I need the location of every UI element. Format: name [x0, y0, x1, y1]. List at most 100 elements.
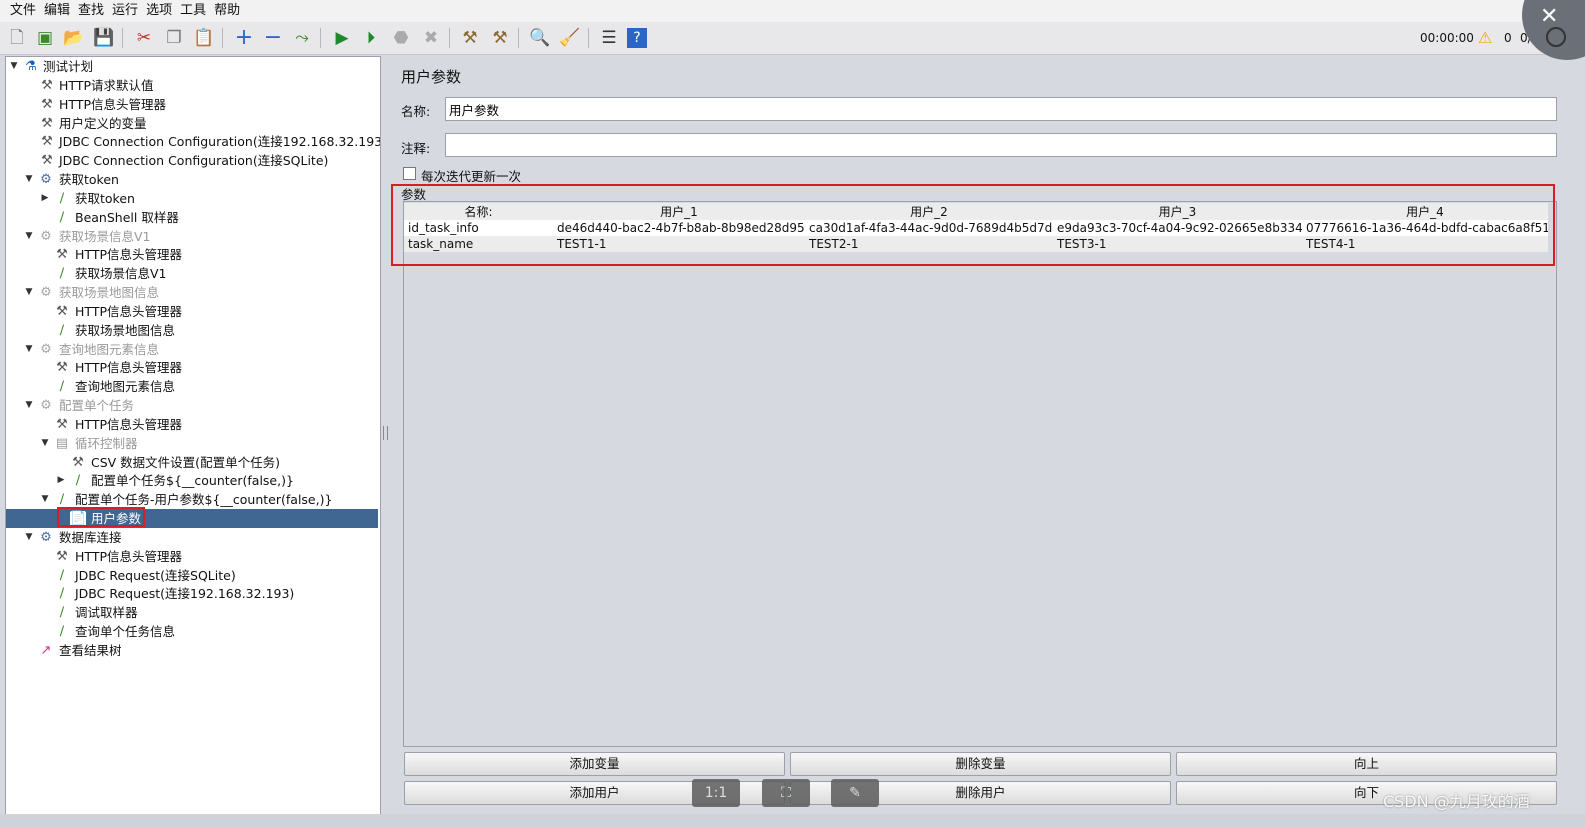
- new-icon[interactable]: 🗋: [5, 26, 29, 50]
- menu-tools[interactable]: 工具: [176, 0, 210, 19]
- tree-item[interactable]: ⚒ CSV 数据文件设置(配置单个任务): [6, 453, 378, 472]
- tree-item-thread-group[interactable]: ▼ ⚙ 获取场景地图信息: [6, 283, 378, 302]
- tree-item[interactable]: ⚒ HTTP信息头管理器: [6, 95, 378, 114]
- collapse-toggle-icon[interactable]: ▼: [24, 528, 34, 547]
- expand-icon[interactable]: +: [232, 26, 256, 50]
- tree-item[interactable]: ⚒ HTTP信息头管理器: [6, 547, 378, 566]
- close-icon[interactable]: ✕: [1540, 4, 1558, 29]
- tree-item-thread-group[interactable]: ▼ ⚙ 查询地图元素信息: [6, 340, 378, 359]
- toggle-icon[interactable]: ⤳: [290, 26, 314, 50]
- tree-item-label: BeanShell 取样器: [75, 210, 179, 225]
- save-icon[interactable]: 💾: [92, 26, 116, 50]
- help-icon[interactable]: ?: [627, 28, 647, 48]
- tree-item-loop-controller[interactable]: ▼ ▤ 循环控制器: [6, 434, 378, 453]
- config-element-icon: ⚒: [41, 97, 53, 112]
- clear-icon[interactable]: ⚒: [458, 26, 482, 50]
- thread-group-icon: ⚙: [40, 530, 52, 545]
- expand-toggle-icon[interactable]: ▶: [40, 189, 50, 208]
- splitter-grip-icon[interactable]: [383, 426, 388, 440]
- tree-item-label: 查询地图元素信息: [59, 342, 160, 357]
- comment-field[interactable]: [445, 133, 1557, 157]
- tree-item[interactable]: ∕ 调试取样器: [6, 603, 378, 622]
- menu-search[interactable]: 查找: [74, 0, 108, 19]
- start-no-pauses-icon[interactable]: ⏵: [359, 26, 383, 50]
- search-icon[interactable]: 🔍: [528, 26, 552, 50]
- tree-item-thread-group[interactable]: ▼ ⚙ 数据库连接: [6, 528, 378, 547]
- update-once-per-iteration-checkbox[interactable]: [403, 167, 416, 180]
- thread-group-icon: ⚙: [40, 172, 52, 187]
- tree-item[interactable]: ∕ 查询地图元素信息: [6, 377, 378, 396]
- add-variable-button[interactable]: 添加变量: [404, 752, 785, 776]
- delete-variable-button[interactable]: 删除变量: [790, 752, 1171, 776]
- collapse-toggle-icon[interactable]: ▼: [24, 396, 34, 415]
- tree-item[interactable]: ⚒ JDBC Connection Configuration(连接SQLite…: [6, 151, 378, 170]
- menu-run[interactable]: 运行: [108, 0, 142, 19]
- collapse-icon[interactable]: −: [261, 26, 285, 50]
- tree-item[interactable]: ∕ BeanShell 取样器: [6, 208, 378, 227]
- test-plan-tree: ▼ ⚗ 测试计划 ⚒ HTTP请求默认值 ⚒ HTTP信息头管理器 ⚒ 用户定义…: [5, 56, 381, 815]
- function-helper-icon[interactable]: ☰: [597, 26, 621, 50]
- tree-item[interactable]: ⚒ HTTP信息头管理器: [6, 415, 378, 434]
- tree-item[interactable]: ▶ ∕ 获取token: [6, 189, 378, 208]
- warning-icon[interactable]: ⚠: [1478, 28, 1492, 47]
- panel-title: 用户参数: [401, 68, 462, 86]
- tree-item-label: 数据库连接: [59, 530, 122, 545]
- selected-item-highlight: [57, 507, 145, 527]
- tree-item[interactable]: ⚒ HTTP信息头管理器: [6, 302, 378, 321]
- paste-icon[interactable]: 📋: [192, 26, 216, 50]
- open-icon[interactable]: 📂: [62, 26, 86, 50]
- tree-item-thread-group[interactable]: ▼ ⚙ 配置单个任务: [6, 396, 378, 415]
- tree-item[interactable]: ∕ 查询单个任务信息: [6, 622, 378, 641]
- tree-item[interactable]: ⚒ 用户定义的变量: [6, 114, 378, 133]
- menu-options[interactable]: 选项: [142, 0, 176, 19]
- tree-item-test-plan[interactable]: ▼ ⚗ 测试计划: [6, 57, 378, 76]
- remote-status-icon: [1546, 27, 1566, 47]
- tree-item[interactable]: ∕ JDBC Request(连接192.168.32.193): [6, 584, 378, 603]
- clear-all-icon[interactable]: ⚒: [488, 26, 512, 50]
- tree-item[interactable]: ⚒ HTTP信息头管理器: [6, 245, 378, 264]
- menu-file[interactable]: 文件: [6, 0, 40, 19]
- collapse-toggle-icon[interactable]: ▼: [9, 57, 19, 76]
- tree-item[interactable]: ▶ ∕ 配置单个任务${__counter(false,)}: [6, 471, 378, 490]
- expand-toggle-icon[interactable]: ▶: [56, 471, 66, 490]
- tree-item-thread-group[interactable]: ▼ ⚙ 获取token: [6, 170, 378, 189]
- comment-label: 注释:: [401, 141, 431, 156]
- menu-help[interactable]: 帮助: [210, 0, 244, 19]
- templates-icon[interactable]: ▣: [33, 26, 57, 50]
- fit-screen-icon[interactable]: ⛶: [762, 779, 810, 807]
- shutdown-icon[interactable]: ✖: [419, 26, 443, 50]
- move-up-button[interactable]: 向上: [1176, 752, 1557, 776]
- parameters-area: [403, 201, 1557, 747]
- collapse-toggle-icon[interactable]: ▼: [24, 340, 34, 359]
- tree-item-label: 查看结果树: [59, 643, 122, 658]
- collapse-toggle-icon[interactable]: ▼: [24, 283, 34, 302]
- sampler-icon: ∕: [59, 605, 65, 620]
- tree-item-thread-group[interactable]: ▼ ⚙ 获取场景信息V1: [6, 227, 378, 246]
- tree-item-label: 调试取样器: [75, 605, 138, 620]
- config-element-icon: ⚒: [41, 78, 53, 93]
- config-element-icon: ⚒: [56, 360, 68, 375]
- actual-size-button[interactable]: 1:1: [692, 779, 740, 807]
- edit-image-icon[interactable]: ✎: [831, 779, 879, 807]
- tree-item[interactable]: ⚒ HTTP信息头管理器: [6, 358, 378, 377]
- tree-item[interactable]: ∕ 获取场景信息V1: [6, 264, 378, 283]
- tree-item[interactable]: ⚒ HTTP请求默认值: [6, 76, 378, 95]
- copy-icon[interactable]: ❐: [162, 26, 186, 50]
- start-icon[interactable]: ▶: [330, 26, 354, 50]
- collapse-toggle-icon[interactable]: ▼: [24, 227, 34, 246]
- tree-item[interactable]: ∕ 获取场景地图信息: [6, 321, 378, 340]
- name-field[interactable]: [445, 97, 1557, 121]
- update-once-per-iteration-label: 每次迭代更新一次: [421, 169, 522, 184]
- tree-item[interactable]: ∕ JDBC Request(连接SQLite): [6, 566, 378, 585]
- collapse-toggle-icon[interactable]: ▼: [24, 170, 34, 189]
- tree-item-label: 用户定义的变量: [59, 116, 147, 131]
- cut-icon[interactable]: ✂: [132, 26, 156, 50]
- collapse-toggle-icon[interactable]: ▼: [40, 434, 50, 453]
- tree-item[interactable]: ⚒ JDBC Connection Configuration(连接192.16…: [6, 132, 380, 151]
- reset-search-icon[interactable]: 🧹: [558, 26, 582, 50]
- collapse-toggle-icon[interactable]: ▼: [40, 490, 50, 509]
- tree-item[interactable]: ↗ 查看结果树: [6, 641, 378, 660]
- tree-item-label: 获取场景地图信息: [75, 323, 176, 338]
- stop-icon[interactable]: ⬣: [389, 26, 413, 50]
- menu-edit[interactable]: 编辑: [40, 0, 74, 19]
